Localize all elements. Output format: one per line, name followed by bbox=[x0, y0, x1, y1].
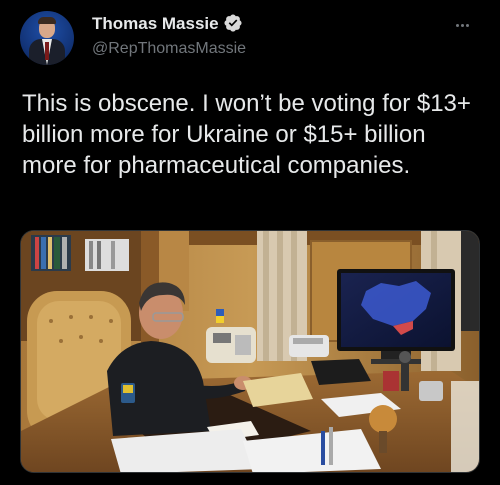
tweet-photo[interactable] bbox=[20, 230, 480, 473]
verified-badge-icon bbox=[224, 14, 242, 32]
tweet-text: This is obscene. I won’t be voting for $… bbox=[22, 90, 471, 179]
more-options-icon[interactable] bbox=[456, 14, 480, 30]
photo-scene bbox=[21, 231, 479, 472]
author-handle[interactable]: @RepThomasMassie bbox=[92, 40, 246, 58]
avatar[interactable] bbox=[20, 11, 74, 65]
tweet: Thomas Massie @RepThomasMassie This is o… bbox=[0, 0, 500, 485]
author-display-name[interactable]: Thomas Massie bbox=[92, 14, 219, 34]
